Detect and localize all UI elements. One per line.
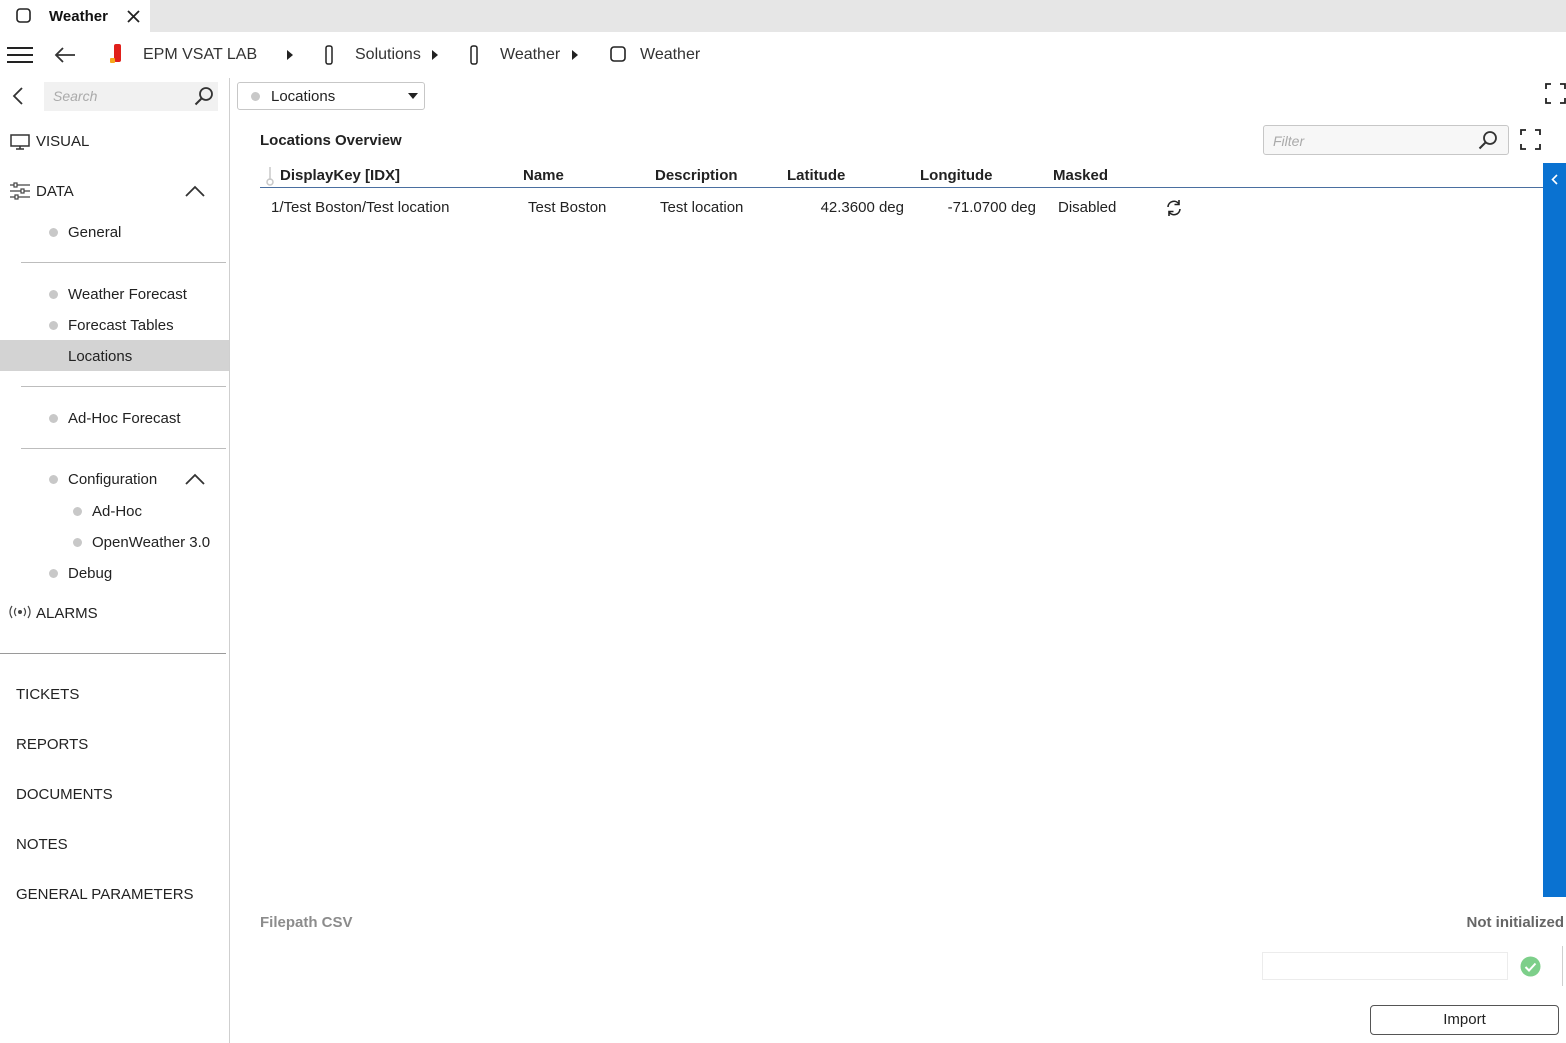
search-placeholder: Search <box>53 88 98 104</box>
divider <box>21 448 226 449</box>
back-arrow-icon[interactable] <box>54 46 76 64</box>
view-select[interactable]: Locations <box>237 82 425 110</box>
sidebar-item-configuration[interactable]: Configuration <box>68 471 157 488</box>
sidebar-item-visual[interactable]: VISUAL <box>36 133 89 150</box>
refresh-icon[interactable] <box>1165 199 1183 217</box>
breadcrumb: EPM VSAT LAB Solutions Weather Weather <box>0 32 1566 78</box>
filter-placeholder: Filter <box>1273 133 1305 149</box>
sidebar-item-data[interactable]: DATA <box>36 183 74 200</box>
status-text: Not initialized <box>1466 914 1565 931</box>
sort-icon[interactable] <box>265 166 275 186</box>
sidebar-item-general-parameters[interactable]: GENERAL PARAMETERS <box>16 886 194 903</box>
menu-icon[interactable] <box>7 46 33 64</box>
view-select-value: Locations <box>271 88 336 105</box>
panel-title: Locations Overview <box>260 132 402 149</box>
sidebar: Search VISUAL DATA General Weather Forec… <box>0 78 230 1043</box>
check-circle-icon <box>1520 956 1541 977</box>
cell-latitude: 42.3600 deg <box>820 199 904 216</box>
folder-icon <box>325 45 333 65</box>
bullet-icon <box>73 507 82 516</box>
csv-filepath-label: Filepath CSV <box>260 914 353 931</box>
sidebar-item-weather-forecast[interactable]: Weather Forecast <box>68 286 187 303</box>
caret-down-icon <box>408 93 418 99</box>
chevron-right-icon <box>432 50 438 60</box>
chevron-right-icon <box>572 50 578 60</box>
close-icon[interactable] <box>126 9 141 24</box>
sidebar-item-adhoc[interactable]: Ad-Hoc <box>92 503 142 520</box>
sidebar-item-notes[interactable]: NOTES <box>16 836 68 853</box>
divider <box>0 653 226 654</box>
side-panel-toggle[interactable] <box>1543 163 1566 897</box>
csv-filepath-input[interactable] <box>1262 952 1508 980</box>
window-icon <box>16 8 31 23</box>
cell-longitude: -71.0700 deg <box>947 199 1036 216</box>
divider <box>21 262 226 263</box>
divider <box>21 386 226 387</box>
bullet-icon <box>49 290 58 299</box>
sidebar-item-alarms[interactable]: ALARMS <box>36 605 98 622</box>
filter-input[interactable]: Filter <box>1263 125 1509 155</box>
sidebar-item-general[interactable]: General <box>68 224 121 241</box>
cell-name: Test Boston <box>528 199 607 216</box>
tab-title: Weather <box>49 8 108 25</box>
breadcrumb-weather-folder[interactable]: Weather <box>500 46 560 64</box>
breadcrumb-root[interactable]: EPM VSAT LAB <box>143 46 257 64</box>
cell-masked: Disabled <box>1058 199 1117 216</box>
tab-weather[interactable]: Weather <box>0 0 150 32</box>
chevron-left-icon <box>1551 174 1558 185</box>
cell-description: Test location <box>660 199 744 216</box>
sidebar-item-documents[interactable]: DOCUMENTS <box>16 786 113 803</box>
fullscreen-icon[interactable] <box>1545 83 1566 104</box>
sidebar-item-openweather[interactable]: OpenWeather 3.0 <box>92 534 210 551</box>
column-header-longitude[interactable]: Longitude <box>920 167 992 184</box>
bullet-icon <box>49 228 58 237</box>
column-header-displaykey[interactable]: DisplayKey [IDX] <box>280 167 400 184</box>
sliders-icon <box>9 182 31 200</box>
sidebar-item-adhoc-forecast[interactable]: Ad-Hoc Forecast <box>68 410 181 427</box>
bullet-icon <box>73 538 82 547</box>
table-row[interactable]: 1/Test Boston/Test location Test Boston … <box>260 192 1544 224</box>
column-header-masked[interactable]: Masked <box>1053 167 1108 184</box>
chevron-right-icon <box>287 50 293 60</box>
breadcrumb-weather-page[interactable]: Weather <box>640 46 700 64</box>
bullet-icon <box>251 92 260 101</box>
divider <box>1562 946 1563 986</box>
sidebar-item-reports[interactable]: REPORTS <box>16 736 88 753</box>
search-icon[interactable] <box>1478 130 1498 150</box>
epm-logo-icon <box>108 43 124 65</box>
sidebar-item-forecast-tables[interactable]: Forecast Tables <box>68 317 174 334</box>
sidebar-item-tickets[interactable]: TICKETS <box>16 686 79 703</box>
chevron-up-icon[interactable] <box>185 473 205 485</box>
collapse-sidebar-icon[interactable] <box>12 87 24 105</box>
search-icon[interactable] <box>194 86 214 106</box>
chevron-up-icon[interactable] <box>185 185 205 197</box>
sidebar-item-debug[interactable]: Debug <box>68 565 112 582</box>
sidebar-item-label: Locations <box>68 348 133 365</box>
bullet-icon <box>49 321 58 330</box>
bullet-icon <box>49 414 58 423</box>
breadcrumb-solutions[interactable]: Solutions <box>355 46 421 64</box>
import-button[interactable]: Import <box>1370 1005 1559 1035</box>
tab-strip: Weather <box>0 0 1566 32</box>
sidebar-item-locations[interactable]: Locations <box>0 340 229 371</box>
bullet-icon <box>49 569 58 578</box>
table-header-divider <box>260 187 1544 188</box>
folder-icon <box>470 45 478 65</box>
column-header-latitude[interactable]: Latitude <box>787 167 845 184</box>
fullscreen-icon[interactable] <box>1520 129 1541 150</box>
column-header-name[interactable]: Name <box>523 167 564 184</box>
window-icon <box>610 46 626 62</box>
sidebar-search-input[interactable]: Search <box>44 82 218 111</box>
monitor-icon <box>10 134 30 150</box>
cell-displaykey: 1/Test Boston/Test location <box>271 199 450 216</box>
broadcast-icon <box>8 605 32 619</box>
column-header-description[interactable]: Description <box>655 167 738 184</box>
bullet-icon <box>49 475 58 484</box>
